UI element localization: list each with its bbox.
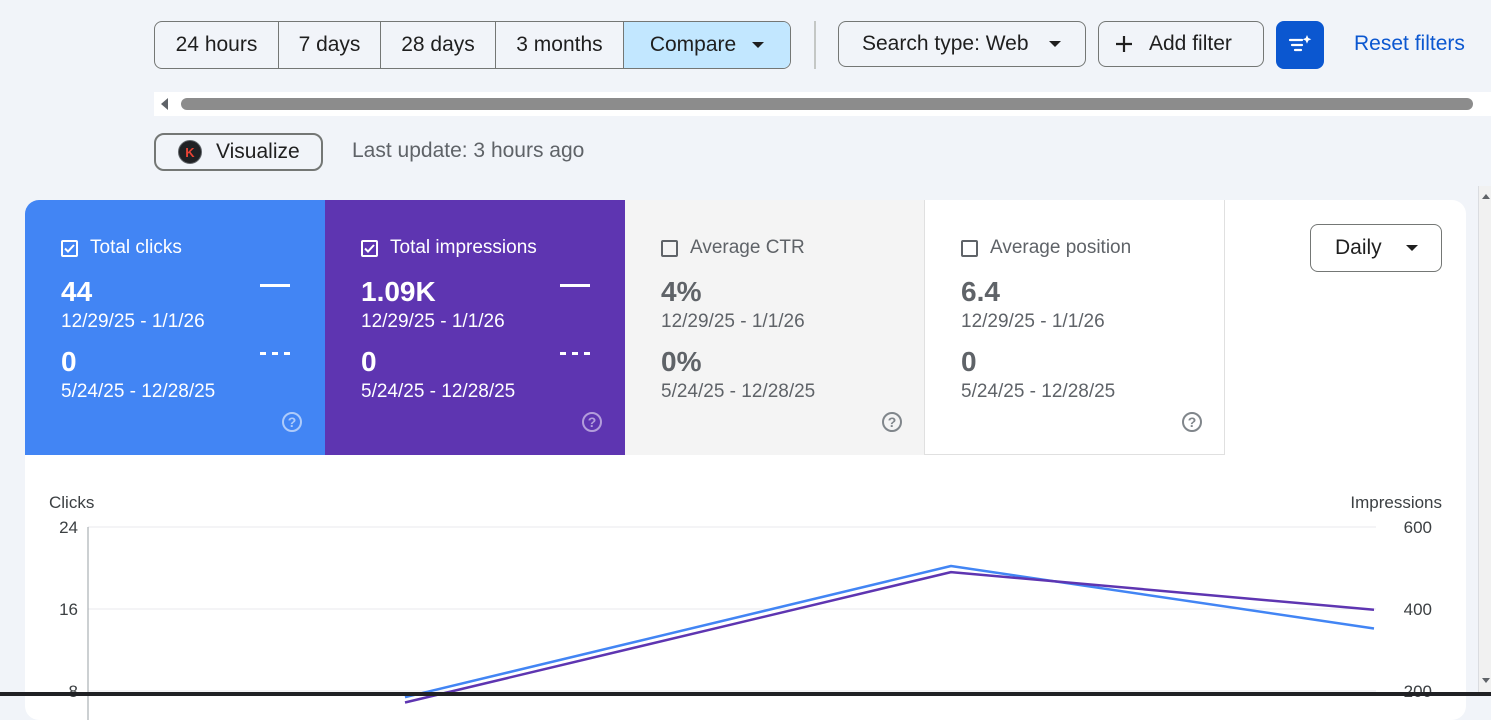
filter-divider xyxy=(814,21,816,69)
horizontal-scrollbar[interactable] xyxy=(154,92,1491,116)
metric-compare-value: 0% xyxy=(661,346,702,377)
metric-average-position[interactable]: Average position 6.4 12/29/25 - 1/1/26 0… xyxy=(925,200,1225,455)
metric-compare-range: 5/24/25 - 12/28/25 xyxy=(961,381,1116,402)
add-filter-label: Add filter xyxy=(1149,32,1232,55)
compare-button[interactable]: Compare xyxy=(624,22,790,68)
reset-filters-link[interactable]: Reset filters xyxy=(1354,32,1465,56)
visualize-label: Visualize xyxy=(216,140,300,163)
metric-compare-range: 5/24/25 - 12/28/25 xyxy=(361,381,516,402)
performance-card: Total clicks 44 12/29/25 - 1/1/26 0 5/24… xyxy=(25,200,1466,720)
plus-icon xyxy=(1116,36,1132,52)
y-tick-label: 16 xyxy=(59,600,78,619)
series-line-total-impressions[interactable] xyxy=(404,570,1375,704)
help-icon[interactable]: ? xyxy=(582,412,602,432)
y2-tick-label: 400 xyxy=(1404,600,1432,619)
range-3-months-button[interactable]: 3 months xyxy=(496,22,624,68)
y2-tick-label: 600 xyxy=(1404,518,1432,537)
metric-value: 1.09K xyxy=(361,276,436,307)
caret-down-icon xyxy=(1048,41,1061,47)
legend-solid-line-icon xyxy=(260,284,290,287)
performance-chart: Clicks Impressions 81624200400600 xyxy=(49,493,1442,720)
metric-date-range: 12/29/25 - 1/1/26 xyxy=(361,311,505,332)
metric-date-range: 12/29/25 - 1/1/26 xyxy=(661,311,805,332)
chart-gridlines xyxy=(88,526,1376,692)
metric-compare-value: 0 xyxy=(361,346,377,377)
compare-label: Compare xyxy=(649,33,737,56)
metric-total-clicks[interactable]: Total clicks 44 12/29/25 - 1/1/26 0 5/24… xyxy=(25,200,325,455)
range-24-hours-button[interactable]: 24 hours xyxy=(155,22,279,68)
vertical-scrollbar[interactable] xyxy=(1478,186,1491,696)
metric-label: Total clicks xyxy=(90,237,182,258)
extension-logo-icon: K xyxy=(178,140,202,164)
metric-value: 4% xyxy=(661,276,702,307)
metric-compare-range: 5/24/25 - 12/28/25 xyxy=(661,381,816,402)
scroll-up-icon[interactable] xyxy=(1482,194,1490,199)
help-icon[interactable]: ? xyxy=(282,412,302,432)
caret-down-icon xyxy=(752,42,765,48)
scroll-down-icon[interactable] xyxy=(1482,678,1490,683)
range-7-days-button[interactable]: 7 days xyxy=(279,22,381,68)
legend-dashed-line-icon xyxy=(260,352,290,355)
metric-compare-range: 5/24/25 - 12/28/25 xyxy=(61,381,216,402)
last-update-text: Last update: 3 hours ago xyxy=(352,139,585,162)
help-icon[interactable]: ? xyxy=(882,412,902,432)
search-type-dropdown[interactable]: Search type: Web xyxy=(838,21,1086,67)
search-type-label: Search type: Web xyxy=(862,32,1029,55)
checkbox-checked-icon[interactable] xyxy=(61,239,78,257)
metric-label: Average CTR xyxy=(690,237,805,258)
metric-average-ctr[interactable]: Average CTR 4% 12/29/25 - 1/1/26 0% 5/24… xyxy=(625,200,925,455)
caret-down-icon xyxy=(1405,245,1418,251)
checkbox-unchecked-icon[interactable] xyxy=(661,239,678,257)
help-icon[interactable]: ? xyxy=(1182,412,1202,432)
metric-date-range: 12/29/25 - 1/1/26 xyxy=(961,311,1105,332)
taskbar-edge xyxy=(0,692,1491,696)
checkbox-unchecked-icon[interactable] xyxy=(961,239,978,257)
metric-date-range: 12/29/25 - 1/1/26 xyxy=(61,311,205,332)
metric-label: Total impressions xyxy=(390,237,537,258)
metric-compare-value: 0 xyxy=(61,346,77,377)
ai-filter-button[interactable] xyxy=(1276,21,1324,69)
add-filter-button[interactable]: Add filter xyxy=(1098,21,1264,67)
date-range-group: 24 hours 7 days 28 days 3 months Compare xyxy=(154,21,791,69)
visualize-button[interactable]: K Visualize xyxy=(154,133,323,171)
scrollbar-thumb[interactable] xyxy=(181,98,1473,110)
metric-value: 44 xyxy=(61,276,93,307)
checkbox-checked-icon[interactable] xyxy=(361,239,378,257)
metric-total-impressions[interactable]: Total impressions 1.09K 12/29/25 - 1/1/2… xyxy=(325,200,625,455)
granularity-label: Daily xyxy=(1335,236,1382,259)
chart-series xyxy=(404,564,1375,704)
sparkle-filter-icon xyxy=(1288,35,1312,52)
y-axis-label: Clicks xyxy=(49,493,94,512)
granularity-dropdown[interactable]: Daily xyxy=(1310,224,1442,272)
y2-axis-label: Impressions xyxy=(1350,493,1442,512)
range-28-days-button[interactable]: 28 days xyxy=(381,22,496,68)
metric-label: Average position xyxy=(990,237,1132,258)
y-tick-label: 24 xyxy=(59,518,78,537)
metric-value: 6.4 xyxy=(961,276,1000,307)
scroll-left-icon[interactable] xyxy=(161,98,168,110)
legend-dashed-line-icon xyxy=(560,352,590,355)
metric-compare-value: 0 xyxy=(961,346,977,377)
legend-solid-line-icon xyxy=(560,284,590,287)
